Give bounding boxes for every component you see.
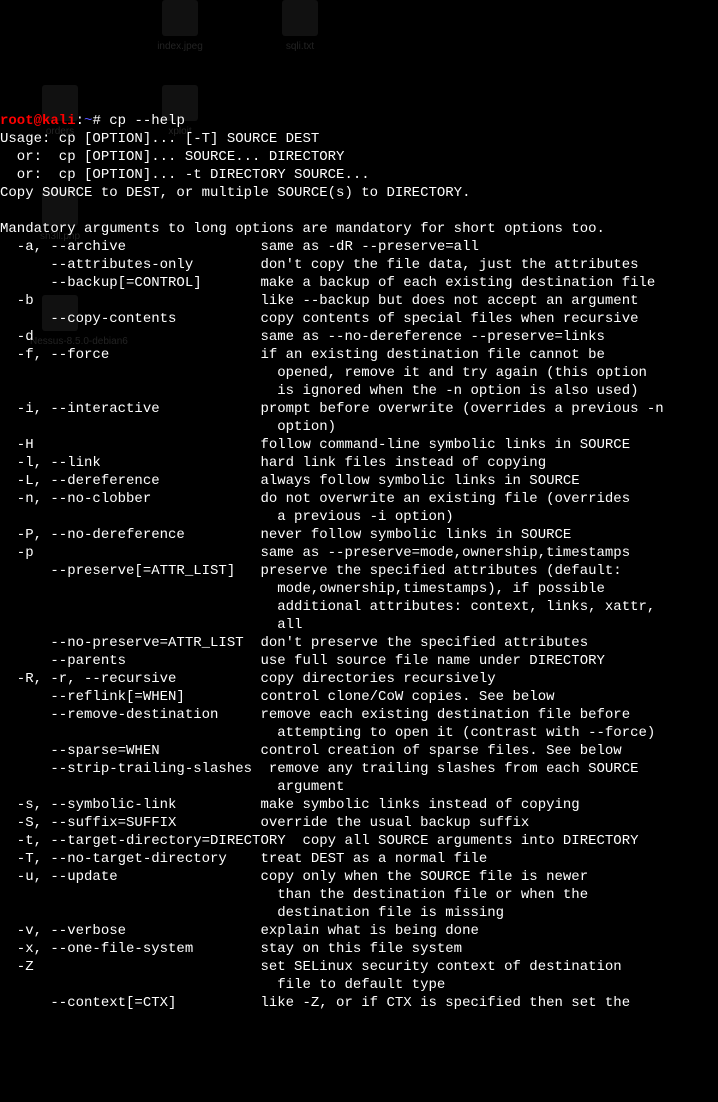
output-line: -Z set SELinux security context of desti…	[0, 958, 718, 976]
output-line: all	[0, 616, 718, 634]
output-line: --parents use full source file name unde…	[0, 652, 718, 670]
output-line: a previous -i option)	[0, 508, 718, 526]
prompt-user: root@kali	[0, 113, 76, 129]
output-line: --no-preserve=ATTR_LIST don't preserve t…	[0, 634, 718, 652]
output-line: additional attributes: context, links, x…	[0, 598, 718, 616]
output-line: --remove-destination remove each existin…	[0, 706, 718, 724]
output-line: --copy-contents copy contents of special…	[0, 310, 718, 328]
output-line: is ignored when the -n option is also us…	[0, 382, 718, 400]
prompt-colon: :	[76, 113, 84, 129]
output-line: -i, --interactive prompt before overwrit…	[0, 400, 718, 418]
output-line: -H follow command-line symbolic links in…	[0, 436, 718, 454]
output-line: -a, --archive same as -dR --preserve=all	[0, 238, 718, 256]
desktop-file-icon: sqli.txt	[270, 0, 330, 56]
output-line: Usage: cp [OPTION]... [-T] SOURCE DEST	[0, 130, 718, 148]
file-icon	[282, 0, 318, 36]
output-line: -b like --backup but does not accept an …	[0, 292, 718, 310]
terminal-output: root@kali:~# cp --help Usage: cp [OPTION…	[0, 108, 718, 1012]
output-line: -T, --no-target-directory treat DEST as …	[0, 850, 718, 868]
output-line: --attributes-only don't copy the file da…	[0, 256, 718, 274]
desktop-file-icon: index.jpeg	[150, 0, 210, 56]
output-line: -p same as --preserve=mode,ownership,tim…	[0, 544, 718, 562]
output-line	[0, 202, 718, 220]
output-line: --backup[=CONTROL] make a backup of each…	[0, 274, 718, 292]
output-line: -f, --force if an existing destination f…	[0, 346, 718, 364]
output-line: -P, --no-dereference never follow symbol…	[0, 526, 718, 544]
file-icon	[162, 0, 198, 36]
output-line: Copy SOURCE to DEST, or multiple SOURCE(…	[0, 184, 718, 202]
prompt-hash: #	[92, 113, 109, 129]
output-line: -x, --one-file-system stay on this file …	[0, 940, 718, 958]
output-line: destination file is missing	[0, 904, 718, 922]
output-line: -n, --no-clobber do not overwrite an exi…	[0, 490, 718, 508]
output-line: -u, --update copy only when the SOURCE f…	[0, 868, 718, 886]
output-line: --preserve[=ATTR_LIST] preserve the spec…	[0, 562, 718, 580]
output-line: -v, --verbose explain what is being done	[0, 922, 718, 940]
output-line: option)	[0, 418, 718, 436]
output-line: file to default type	[0, 976, 718, 994]
output-line: or: cp [OPTION]... SOURCE... DIRECTORY	[0, 148, 718, 166]
output-line: --strip-trailing-slashes remove any trai…	[0, 760, 718, 778]
output-line: --reflink[=WHEN] control clone/CoW copie…	[0, 688, 718, 706]
output-line: -s, --symbolic-link make symbolic links …	[0, 796, 718, 814]
help-output: Usage: cp [OPTION]... [-T] SOURCE DEST o…	[0, 130, 718, 1012]
output-line: -d same as --no-dereference --preserve=l…	[0, 328, 718, 346]
output-line: Mandatory arguments to long options are …	[0, 220, 718, 238]
output-line: opened, remove it and try again (this op…	[0, 364, 718, 382]
output-line: argument	[0, 778, 718, 796]
output-line: -S, --suffix=SUFFIX override the usual b…	[0, 814, 718, 832]
output-line: mode,ownership,timestamps), if possible	[0, 580, 718, 598]
output-line: --context[=CTX] like -Z, or if CTX is sp…	[0, 994, 718, 1012]
file-label: index.jpeg	[150, 38, 210, 56]
output-line: -t, --target-directory=DIRECTORY copy al…	[0, 832, 718, 850]
output-line: than the destination file or when the	[0, 886, 718, 904]
output-line: attempting to open it (contrast with --f…	[0, 724, 718, 742]
output-line: -l, --link hard link files instead of co…	[0, 454, 718, 472]
output-line: --sparse=WHEN control creation of sparse…	[0, 742, 718, 760]
output-line: -L, --dereference always follow symbolic…	[0, 472, 718, 490]
command-text[interactable]: cp --help	[109, 113, 185, 129]
file-label: sqli.txt	[270, 38, 330, 56]
output-line: or: cp [OPTION]... -t DIRECTORY SOURCE..…	[0, 166, 718, 184]
output-line: -R, -r, --recursive copy directories rec…	[0, 670, 718, 688]
